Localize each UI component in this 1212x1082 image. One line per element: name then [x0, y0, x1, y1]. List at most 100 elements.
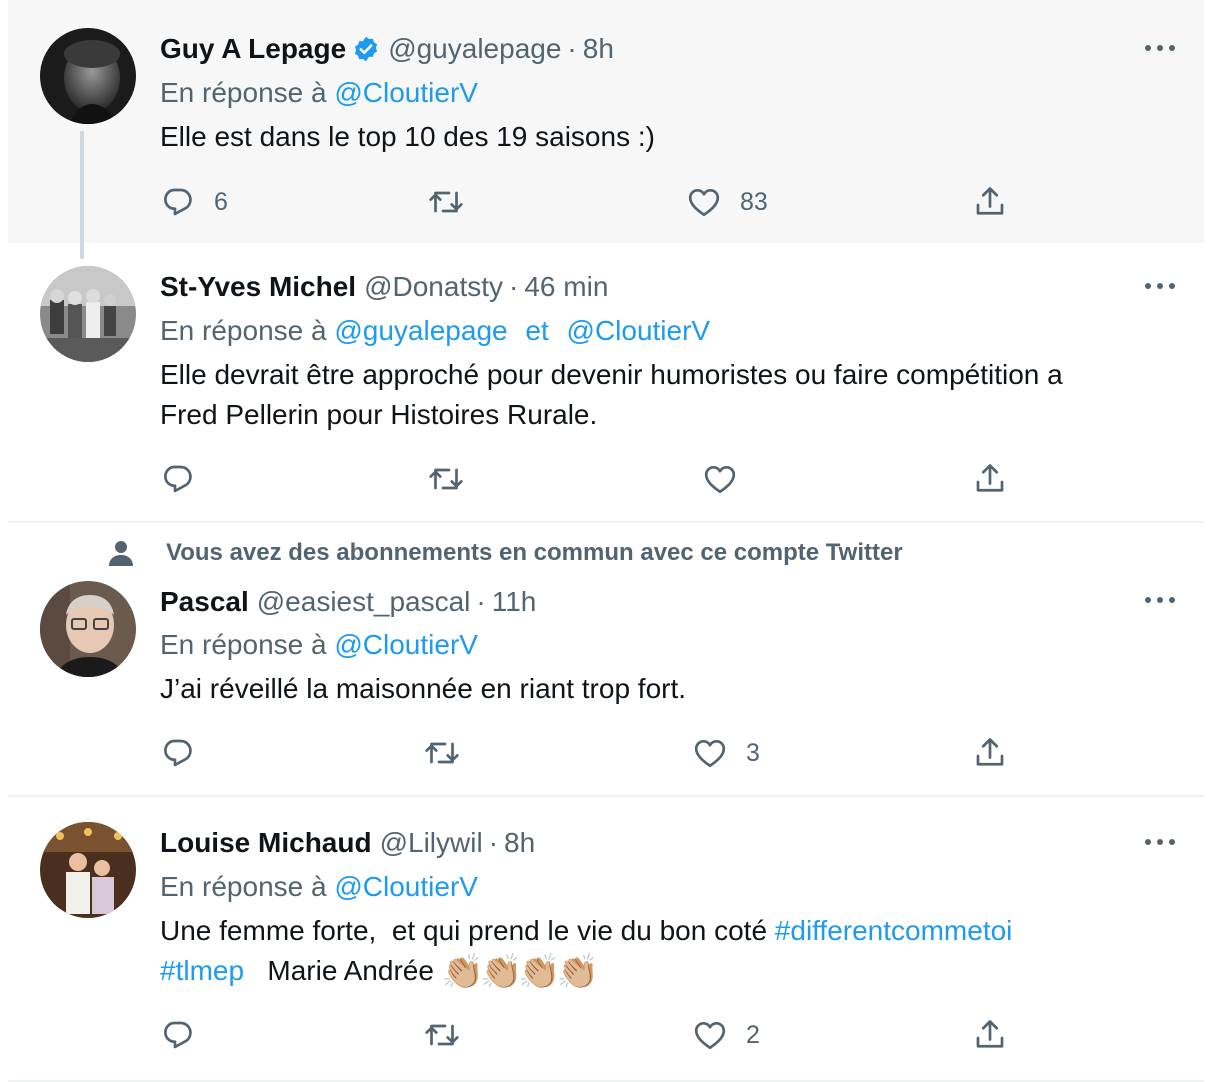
retweet-icon	[424, 735, 460, 771]
reply-icon	[160, 735, 196, 771]
retweet-button[interactable]	[428, 182, 464, 222]
tweet-text-part: Une femme forte, et qui prend le vie du …	[160, 915, 775, 946]
reply-context: En réponse à @guyalepage et @CloutierV	[160, 314, 710, 348]
author-handle[interactable]: @guyalepage	[388, 33, 561, 64]
author-name[interactable]: St-Yves Michel	[160, 271, 356, 302]
person-icon	[109, 541, 133, 566]
like-count: 3	[746, 738, 760, 767]
mention-link[interactable]: @CloutierV	[334, 77, 478, 108]
reply-button[interactable]: 6	[160, 182, 228, 222]
tweet-card-lilywil[interactable]: Louise Michaud @Lilywil · 8h En réponse à @…	[8, 799, 1204, 1082]
like-button[interactable]	[702, 459, 738, 499]
reply-context: En réponse à @CloutierV	[160, 76, 478, 110]
mention-link[interactable]: @CloutierV	[334, 871, 478, 902]
mention-link[interactable]: @CloutierV	[334, 629, 478, 660]
author-name[interactable]: Pascal	[160, 586, 249, 617]
tweet-text: Une femme forte, et qui prend le vie du …	[160, 911, 1160, 992]
action-bar	[160, 459, 1040, 499]
tweet-header: Louise Michaud @Lilywil · 8h	[160, 826, 535, 860]
share-icon	[972, 461, 1008, 497]
tweet-text-line: Fred Pellerin pour Histoires Rurale.	[160, 399, 598, 430]
author-handle[interactable]: @easiest_pascal	[257, 586, 471, 617]
separator-dot: ·	[509, 271, 519, 302]
retweet-icon	[428, 461, 464, 497]
timestamp[interactable]: 11h	[492, 586, 537, 617]
share-button[interactable]	[972, 182, 1008, 222]
more-icon[interactable]	[1142, 590, 1178, 610]
action-bar: 2	[160, 1015, 1040, 1055]
like-button[interactable]: 3	[692, 733, 760, 773]
retweet-button[interactable]	[424, 1015, 460, 1055]
avatar[interactable]	[40, 581, 136, 677]
more-icon[interactable]	[1142, 276, 1178, 296]
social-context-text: Vous avez des abonnements en commun avec…	[166, 539, 903, 566]
action-bar: 6 83	[160, 182, 1040, 222]
reply-context: En réponse à @CloutierV	[160, 628, 478, 662]
share-icon	[972, 184, 1008, 220]
like-count: 83	[740, 187, 768, 216]
reply-prefix: En réponse à	[160, 871, 327, 902]
tweet-header: St-Yves Michel @Donatsty · 46 min	[160, 270, 608, 304]
tweet-text: J’ai réveillé la maisonnée en riant trop…	[160, 673, 687, 704]
tweet-header: Pascal @easiest_pascal · 11h	[160, 585, 536, 619]
reply-button[interactable]	[160, 1015, 196, 1055]
share-button[interactable]	[972, 733, 1008, 773]
reply-button[interactable]	[160, 459, 196, 499]
retweet-button[interactable]	[424, 733, 460, 773]
tweet-card-guyalepage[interactable]: Guy A Lepage @guyalepage · 8h En réponse à …	[8, 0, 1204, 243]
share-button[interactable]	[972, 459, 1008, 499]
clapping-hands-emoji: 👏🏼👏🏼👏🏼👏🏼	[441, 953, 599, 991]
avatar[interactable]	[40, 822, 136, 918]
reply-prefix: En réponse à	[160, 77, 327, 108]
author-handle[interactable]: @Donatsty	[364, 271, 503, 302]
tweet-text-part: Marie Andrée	[244, 955, 442, 986]
share-icon	[972, 1017, 1008, 1053]
and-word: et	[525, 315, 549, 346]
more-icon[interactable]	[1142, 832, 1178, 852]
tweet-header: Guy A Lepage @guyalepage · 8h	[160, 32, 614, 66]
action-bar: 3	[160, 733, 1040, 773]
tweet-card-easiest-pascal[interactable]: Vous avez des abonnements en commun avec…	[8, 525, 1204, 797]
author-name[interactable]: Louise Michaud	[160, 827, 372, 858]
reply-icon	[160, 184, 196, 220]
avatar[interactable]	[40, 28, 136, 124]
like-button[interactable]: 83	[686, 182, 768, 222]
tweet-text: Elle est dans le top 10 des 19 saisons :…	[160, 121, 655, 152]
social-context: Vous avez des abonnements en commun avec…	[108, 539, 903, 567]
like-icon	[692, 735, 728, 771]
reply-prefix: En réponse à	[160, 629, 327, 660]
reply-button[interactable]	[160, 733, 196, 773]
reply-prefix: En réponse à	[160, 315, 327, 346]
separator-dot: ·	[567, 33, 577, 64]
separator-dot: ·	[488, 827, 499, 858]
author-name[interactable]: Guy A Lepage	[160, 33, 346, 64]
timestamp[interactable]: 8h	[583, 33, 614, 64]
share-button[interactable]	[972, 1015, 1008, 1055]
author-handle[interactable]: @Lilywil	[380, 827, 483, 858]
like-icon	[692, 1017, 728, 1053]
retweet-icon	[428, 184, 464, 220]
share-icon	[972, 735, 1008, 771]
reply-icon	[160, 461, 196, 497]
reply-context: En réponse à @CloutierV	[160, 870, 478, 904]
mention-link[interactable]: @CloutierV	[567, 315, 711, 346]
separator-dot: ·	[476, 586, 486, 617]
verified-badge-icon	[352, 35, 380, 63]
tweet-text: Elle devrait être approché pour devenir …	[160, 355, 1160, 435]
tweet-text-line: Elle devrait être approché pour devenir …	[160, 359, 1063, 390]
avatar[interactable]	[40, 266, 136, 362]
hashtag-link[interactable]: #tlmep	[160, 955, 244, 986]
reply-icon	[160, 1017, 196, 1053]
like-count: 2	[746, 1020, 760, 1049]
like-button[interactable]: 2	[692, 1015, 760, 1055]
like-icon	[686, 184, 722, 220]
tweet-card-donatsty[interactable]: St-Yves Michel @Donatsty · 46 min En répons…	[8, 243, 1204, 523]
reply-count: 6	[214, 187, 228, 216]
retweet-button[interactable]	[428, 459, 464, 499]
hashtag-link[interactable]: #differentcommetoi	[775, 915, 1013, 946]
more-icon[interactable]	[1142, 38, 1178, 58]
mention-link[interactable]: @guyalepage	[334, 315, 507, 346]
timestamp[interactable]: 46 min	[524, 271, 608, 302]
thread-connector	[80, 131, 84, 259]
timestamp[interactable]: 8h	[504, 827, 535, 858]
